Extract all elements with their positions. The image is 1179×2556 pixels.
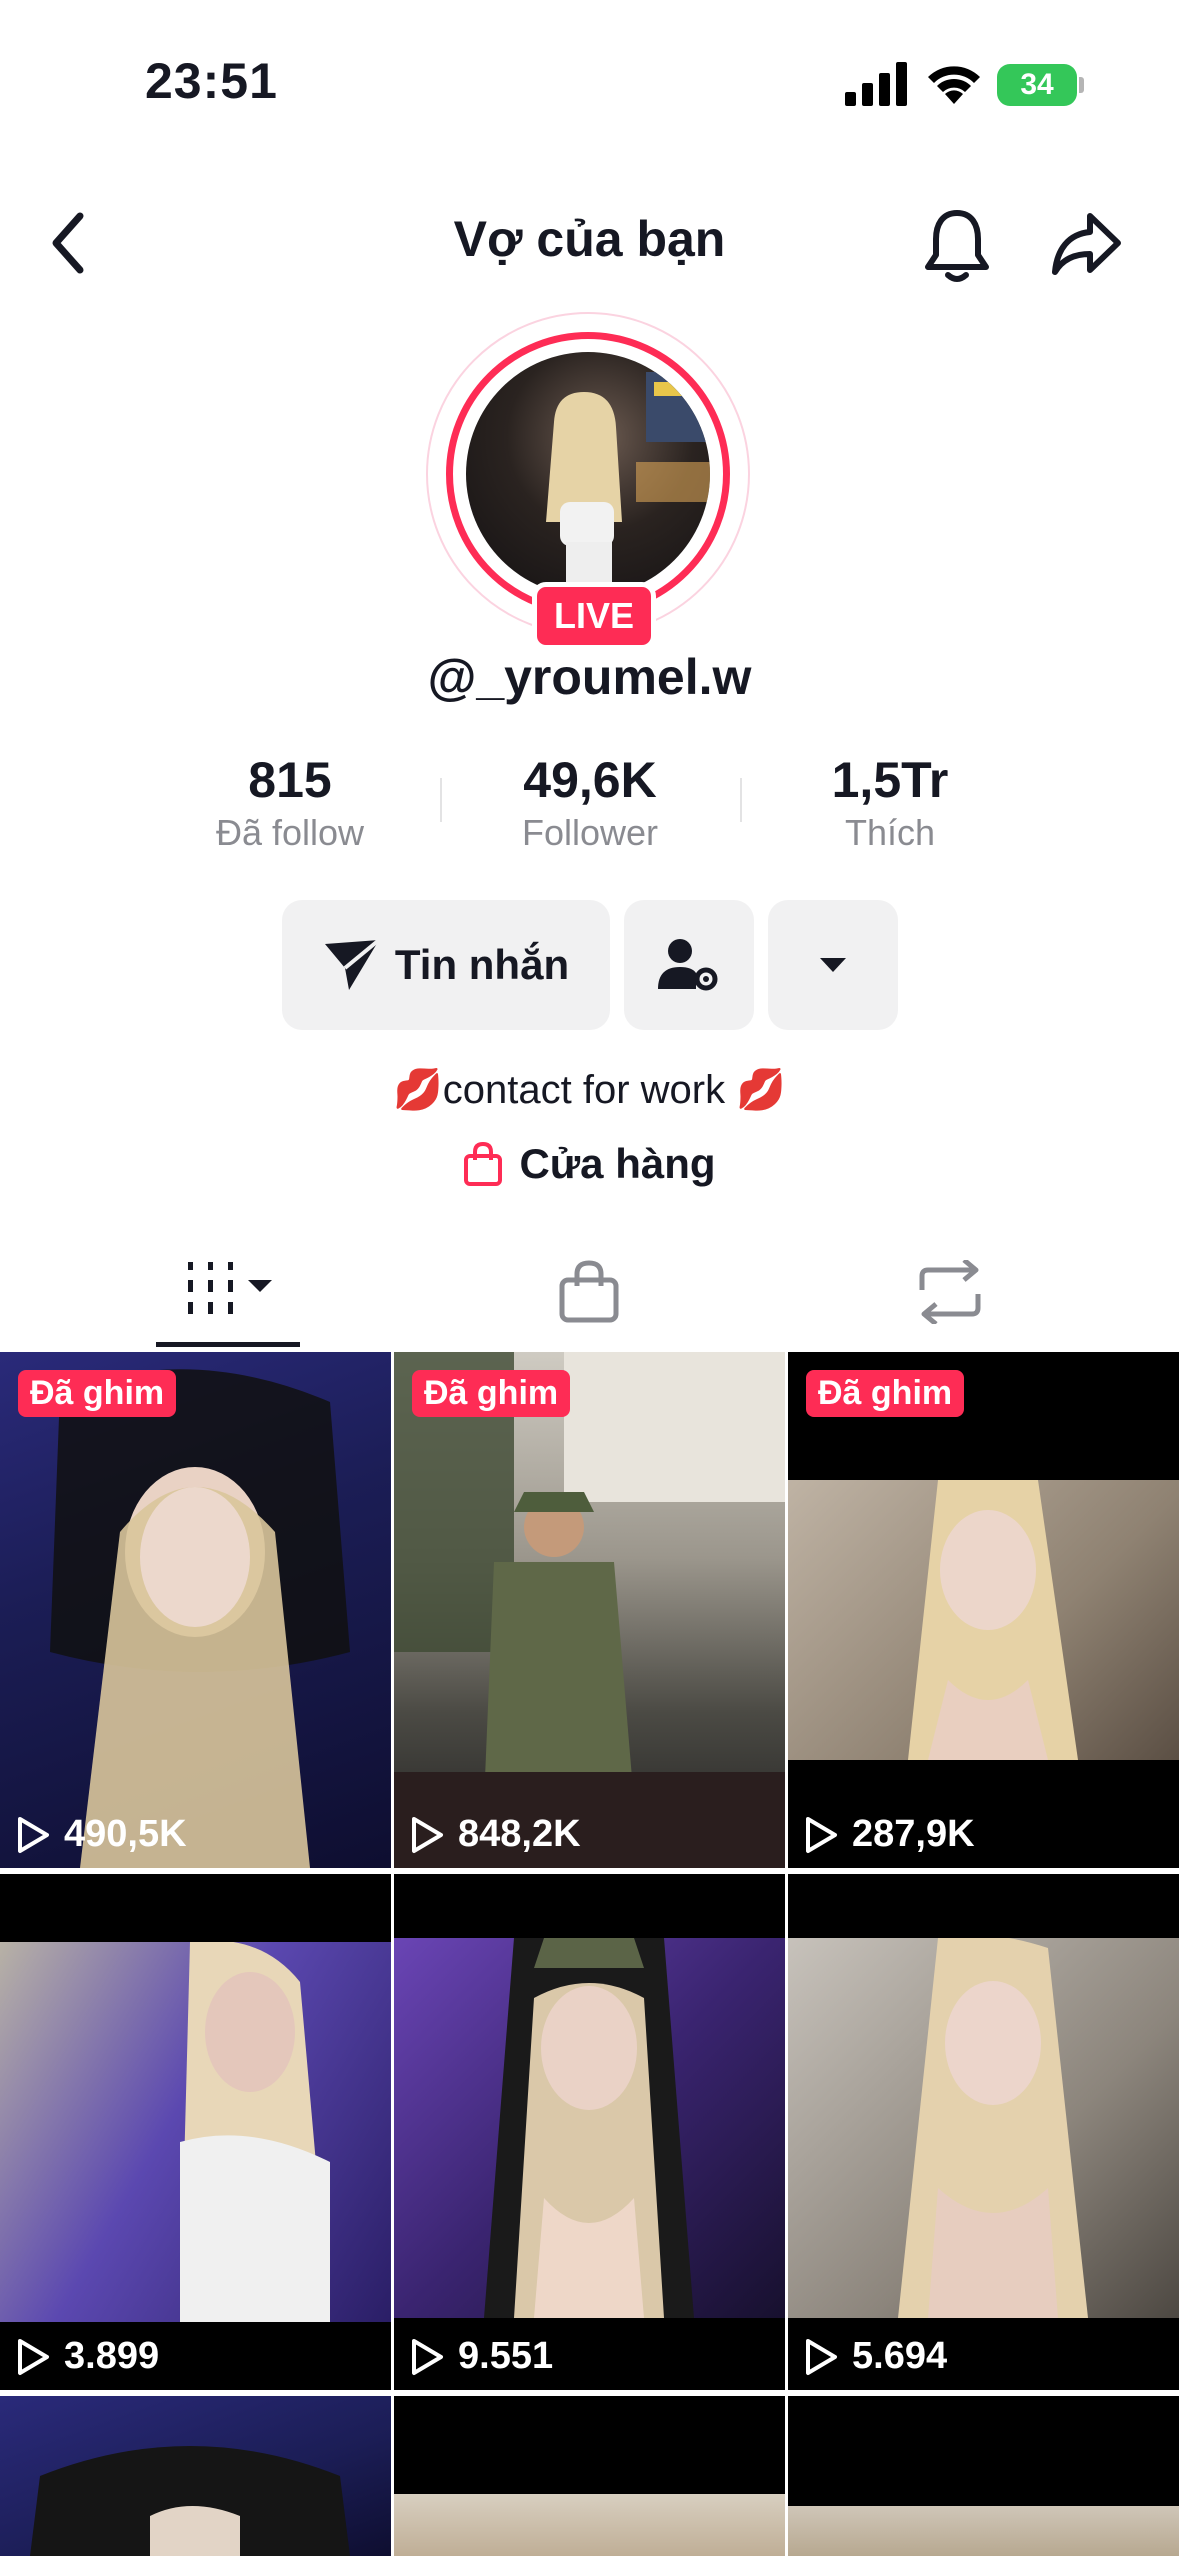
view-count-value: 3.899 <box>64 2335 160 2377</box>
battery-indicator: 34 <box>997 64 1077 106</box>
video-thumbnail[interactable]: Đã ghim 490,5K <box>0 1352 391 1868</box>
view-count-value: 287,9K <box>852 1813 975 1855</box>
view-count-value: 5.694 <box>852 2335 948 2377</box>
view-count: 490,5K <box>16 1813 187 1856</box>
person-settings-icon <box>658 939 718 991</box>
shopping-bag-icon <box>559 1260 619 1323</box>
view-count-value: 490,5K <box>64 1813 187 1855</box>
repost-icon <box>919 1258 981 1326</box>
send-icon <box>324 938 381 990</box>
view-count-value: 848,2K <box>458 1813 581 1855</box>
video-image <box>788 2506 1179 2556</box>
play-icon <box>412 1816 443 1853</box>
chevron-down-icon <box>820 958 846 972</box>
more-options-button[interactable] <box>768 900 898 1030</box>
view-count-value: 9.551 <box>458 2335 554 2377</box>
stat-label: Thích <box>844 812 936 853</box>
pinned-badge: Đã ghim <box>412 1370 571 1417</box>
view-count: 5.694 <box>804 2335 947 2378</box>
share-icon[interactable] <box>1050 210 1124 278</box>
play-icon <box>806 1816 837 1853</box>
live-badge[interactable]: LIVE <box>532 582 656 650</box>
profile-tabs <box>0 1240 1179 1350</box>
video-image <box>788 1934 1179 2318</box>
tab-reposts[interactable] <box>916 1258 984 1329</box>
shopping-bag-icon <box>464 1142 503 1186</box>
video-image <box>394 1928 785 2318</box>
message-button-label: Tin nhắn <box>394 941 570 988</box>
bell-icon[interactable] <box>922 205 992 285</box>
stat-following[interactable]: 815 Đã follow <box>140 750 440 856</box>
shop-link[interactable]: Cửa hàng <box>0 1140 1179 1188</box>
pinned-badge: Đã ghim <box>806 1370 965 1417</box>
video-image <box>394 2494 785 2556</box>
view-count: 287,9K <box>804 1813 975 1856</box>
grid-icon <box>188 1262 272 1314</box>
video-image <box>0 1940 391 2322</box>
pinned-badge: Đã ghim <box>18 1370 177 1417</box>
view-count: 3.899 <box>16 2335 159 2378</box>
video-thumbnail[interactable]: Đã ghim 287,9K <box>788 1352 1179 1868</box>
signal-icon <box>845 62 907 106</box>
avatar[interactable] <box>466 352 710 596</box>
play-icon <box>18 2338 49 2375</box>
video-thumbnail[interactable] <box>788 2396 1179 2556</box>
battery-tip <box>1079 77 1084 93</box>
video-thumbnail[interactable] <box>394 2396 785 2556</box>
view-count: 848,2K <box>410 1813 581 1856</box>
page-title: Vợ của bạn <box>453 211 726 267</box>
video-image <box>394 1352 785 1868</box>
stat-value: 815 <box>248 752 332 808</box>
video-grid: Đã ghim 490,5K Đã ghim 848,2K Đã ghim 28… <box>0 1352 1179 2556</box>
play-icon <box>806 2338 837 2375</box>
video-thumbnail[interactable]: 9.551 <box>394 1874 785 2390</box>
shop-label: Cửa hàng <box>519 1140 716 1187</box>
username: @_yroumel.w <box>427 649 752 705</box>
stat-value: 1,5Tr <box>831 752 949 808</box>
play-icon <box>18 1816 49 1853</box>
stat-likes[interactable]: 1,5Tr Thích <box>740 750 1040 856</box>
stat-followers[interactable]: 49,6K Follower <box>440 750 740 856</box>
stat-value: 49,6K <box>523 752 657 808</box>
video-thumbnail[interactable] <box>0 2396 391 2556</box>
stat-label: Đã follow <box>215 812 365 853</box>
message-button[interactable]: Tin nhắn <box>282 900 610 1030</box>
stat-label: Follower <box>521 812 659 853</box>
video-image <box>788 1470 1179 1760</box>
video-thumbnail[interactable]: 5.694 <box>788 1874 1179 2390</box>
follow-settings-button[interactable] <box>624 900 754 1030</box>
play-icon <box>412 2338 443 2375</box>
tab-shop[interactable] <box>558 1260 620 1329</box>
video-image <box>0 1352 391 1868</box>
video-thumbnail[interactable]: 3.899 <box>0 1874 391 2390</box>
video-image <box>0 2396 391 2556</box>
wifi-icon <box>928 66 980 104</box>
tab-videos[interactable] <box>186 1260 276 1325</box>
video-thumbnail[interactable]: Đã ghim 848,2K <box>394 1352 785 1868</box>
view-count: 9.551 <box>410 2335 553 2378</box>
bio-text: 💋contact for work 💋 <box>392 1068 787 1112</box>
status-time: 23:51 <box>145 53 278 109</box>
tab-active-indicator <box>156 1342 300 1347</box>
